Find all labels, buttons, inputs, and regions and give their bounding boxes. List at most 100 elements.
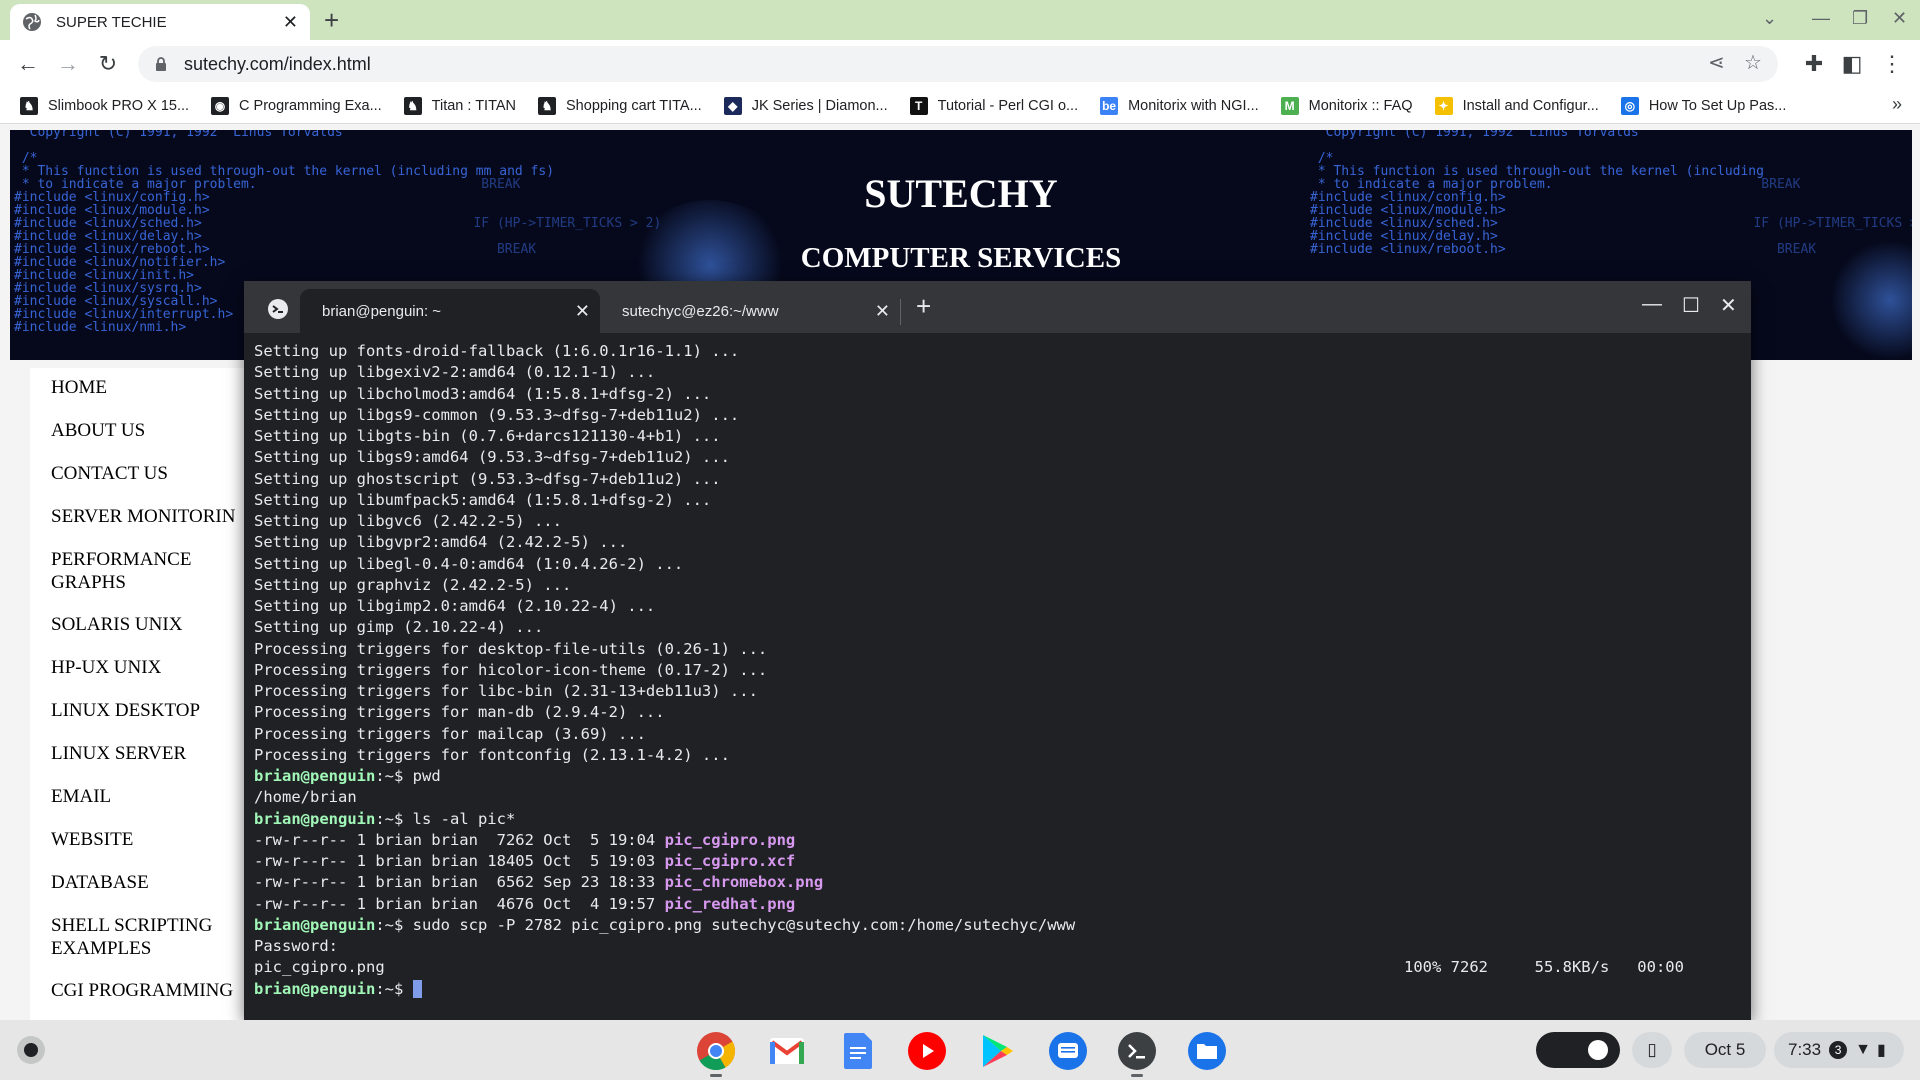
terminal-line: brian@penguin:~$: [254, 979, 1744, 1000]
nav-link[interactable]: SERVER MONITORIN: [51, 505, 235, 528]
reload-icon[interactable]: ↻: [94, 50, 122, 78]
nav-link[interactable]: ABOUT US: [51, 419, 145, 442]
battery-icon: ▮: [1876, 1042, 1886, 1059]
bookmark-item[interactable]: be Monitorix with NGI...: [1100, 96, 1259, 115]
shell-prompt: brian@penguin: [254, 979, 376, 998]
horse-icon: ♞: [20, 96, 38, 115]
youtube-icon[interactable]: [907, 1031, 947, 1071]
bookmark-label: Shopping cart TITA...: [566, 97, 702, 114]
bulb-icon: ✦: [1434, 96, 1453, 115]
date-tray[interactable]: Oct 5: [1684, 1032, 1766, 1068]
bookmark-label: Install and Configur...: [1462, 97, 1599, 114]
terminal-line: Setting up libgs9-common (9.53.3~dfsg-7+…: [254, 405, 1744, 426]
forward-icon[interactable]: →: [54, 50, 82, 78]
messages-icon[interactable]: [1048, 1031, 1088, 1071]
nav-link[interactable]: LINUX DESKTOP: [51, 699, 200, 722]
browser-tab-active[interactable]: SUPER TECHIE ✕: [10, 4, 310, 40]
nav-link[interactable]: CGI PROGRAMMING: [51, 979, 233, 1002]
bookmark-item[interactable]: ◉ C Programming Exa...: [211, 96, 382, 115]
bookmark-item[interactable]: T Tutorial - Perl CGI o...: [909, 96, 1078, 115]
bookmark-item[interactable]: ✦ Install and Configur...: [1434, 96, 1599, 115]
bookmark-item[interactable]: ♞ Shopping cart TITA...: [538, 96, 702, 115]
globe-icon: ◉: [211, 96, 230, 115]
output-text: -rw-r--r-- 1 brian brian 4676 Oct 4 19:5…: [254, 894, 665, 913]
output-text: Setting up libgs9:amd64 (9.53.3~dfsg-7+d…: [254, 448, 730, 467]
output-text: Setting up gimp (2.10.22-4) ...: [254, 618, 544, 637]
terminal-line: Setting up libcholmod3:amd64 (1:5.8.1+df…: [254, 384, 1744, 405]
address-bar[interactable]: sutechy.com/index.html ⋖ ☆: [138, 46, 1778, 82]
nav-link[interactable]: HOME: [51, 376, 107, 399]
back-icon[interactable]: ←: [14, 50, 42, 78]
close-tab-icon[interactable]: ✕: [575, 301, 590, 322]
bookmark-item[interactable]: M Monitorix :: FAQ: [1280, 96, 1413, 115]
nav-link[interactable]: SOLARIS UNIX: [51, 613, 182, 636]
gmail-icon[interactable]: [767, 1031, 807, 1071]
share-icon[interactable]: ⋖: [1708, 50, 1725, 75]
bookmarks-overflow-icon[interactable]: »: [1892, 94, 1902, 115]
diamond-icon: ◆: [723, 96, 742, 115]
holding-space-tray[interactable]: [1536, 1032, 1620, 1068]
output-text: Processing triggers for fontconfig (2.13…: [254, 745, 730, 764]
launcher-icon[interactable]: [17, 1036, 45, 1064]
bookmark-label: Monitorix with NGI...: [1128, 97, 1259, 114]
browser-toolbar: ← → ↻ sutechy.com/index.html ⋖ ☆ ✚ ◧ ⋮: [0, 40, 1920, 88]
nav-link-label: DATABASE: [51, 872, 149, 893]
close-tab-icon[interactable]: ✕: [283, 12, 298, 33]
output-text: Setting up libgimp2.0:amd64 (2.10.22-4) …: [254, 597, 656, 615]
play-store-icon[interactable]: [978, 1031, 1018, 1071]
close-window-icon[interactable]: ✕: [1892, 8, 1907, 29]
side-panel-icon[interactable]: ◧: [1838, 50, 1866, 78]
nav-link-label: WEBSITE: [51, 829, 134, 850]
bookmark-item[interactable]: ♞ Titan : TITAN: [403, 96, 516, 115]
nav-link-label: LINUX SERVER: [51, 743, 187, 764]
close-tab-icon[interactable]: ✕: [875, 301, 890, 322]
site-nav-menu: HOME ABOUT US CONTACT US SERVER MONITORIN PE…: [30, 368, 260, 1028]
close-window-icon[interactable]: ✕: [1720, 293, 1737, 318]
terminal-line: -rw-r--r-- 1 brian brian 4676 Oct 4 19:5…: [254, 894, 1744, 915]
minimize-icon[interactable]: —: [1642, 293, 1662, 316]
docs-icon[interactable]: [838, 1031, 878, 1071]
terminal-line: /home/brian: [254, 787, 1744, 808]
nav-link[interactable]: SHELL SCRIPTING EXAMPLES: [51, 914, 212, 960]
files-icon[interactable]: [1187, 1031, 1227, 1071]
nav-link-label: EXAMPLES: [51, 938, 152, 959]
lock-icon: [156, 57, 166, 71]
phone-hub-avatar: [1588, 1040, 1608, 1060]
nav-link[interactable]: HP-UX UNIX: [51, 656, 161, 679]
output-text: Setting up libgvc6 (2.42.2-5) ...: [254, 512, 562, 530]
new-tab-button[interactable]: +: [324, 6, 339, 34]
nav-link[interactable]: CONTACT US: [51, 462, 168, 485]
nav-link[interactable]: WEBSITE: [51, 828, 133, 851]
phone-hub-icon[interactable]: ▯: [1632, 1032, 1672, 1068]
status-tray[interactable]: 7:33 3 ▼ ▮: [1774, 1032, 1904, 1068]
maximize-icon[interactable]: ☐: [1682, 293, 1700, 318]
nav-link[interactable]: PERFORMANCE GRAPHS: [51, 548, 191, 594]
terminal-icon[interactable]: [1117, 1031, 1157, 1077]
bookmark-star-icon[interactable]: ☆: [1744, 50, 1762, 75]
bookmark-item[interactable]: ◎ How To Set Up Pas...: [1620, 96, 1786, 115]
terminal-line: Password:: [254, 936, 1744, 957]
output-text: Processing triggers for man-db (2.9.4-2)…: [254, 703, 665, 722]
bookmark-item[interactable]: ◆ JK Series | Diamon...: [723, 96, 888, 115]
bookmark-item[interactable]: ♞ Slimbook PRO X 15...: [20, 96, 189, 115]
terminal-tab-2[interactable]: sutechyc@ez26:~/www ✕: [600, 289, 900, 333]
output-text: Setting up ghostscript (9.53.3~dfsg-7+de…: [254, 469, 721, 488]
nav-link[interactable]: LINUX SERVER: [51, 742, 186, 765]
tab-search-icon[interactable]: ⌄: [1762, 8, 1777, 29]
terminal-tab-label: sutechyc@ez26:~/www: [622, 302, 779, 320]
extensions-icon[interactable]: ✚: [1800, 50, 1828, 78]
restore-icon[interactable]: ❐: [1852, 8, 1868, 29]
minimize-icon[interactable]: —: [1812, 8, 1830, 29]
output-text: Setting up libgts-bin (0.7.6+darcs121130…: [254, 427, 721, 445]
nav-link[interactable]: EMAIL: [51, 785, 111, 808]
nav-link-label: HP-UX UNIX: [51, 657, 162, 678]
do-icon: ◎: [1620, 96, 1639, 115]
menu-icon[interactable]: ⋮: [1878, 50, 1906, 78]
terminal-tab-1[interactable]: brian@penguin: ~ ✕: [300, 289, 600, 333]
terminal-output[interactable]: Setting up fonts-droid-fallback (1:6.0.1…: [254, 341, 1744, 1000]
terminal-line: pic_cgipro.png 100% 7262 55.8KB/s 00:00: [254, 957, 1744, 978]
new-terminal-tab-icon[interactable]: +: [916, 291, 931, 322]
nav-link[interactable]: DATABASE: [51, 871, 149, 894]
chrome-icon[interactable]: [696, 1031, 736, 1077]
horse-icon: ♞: [538, 96, 557, 115]
